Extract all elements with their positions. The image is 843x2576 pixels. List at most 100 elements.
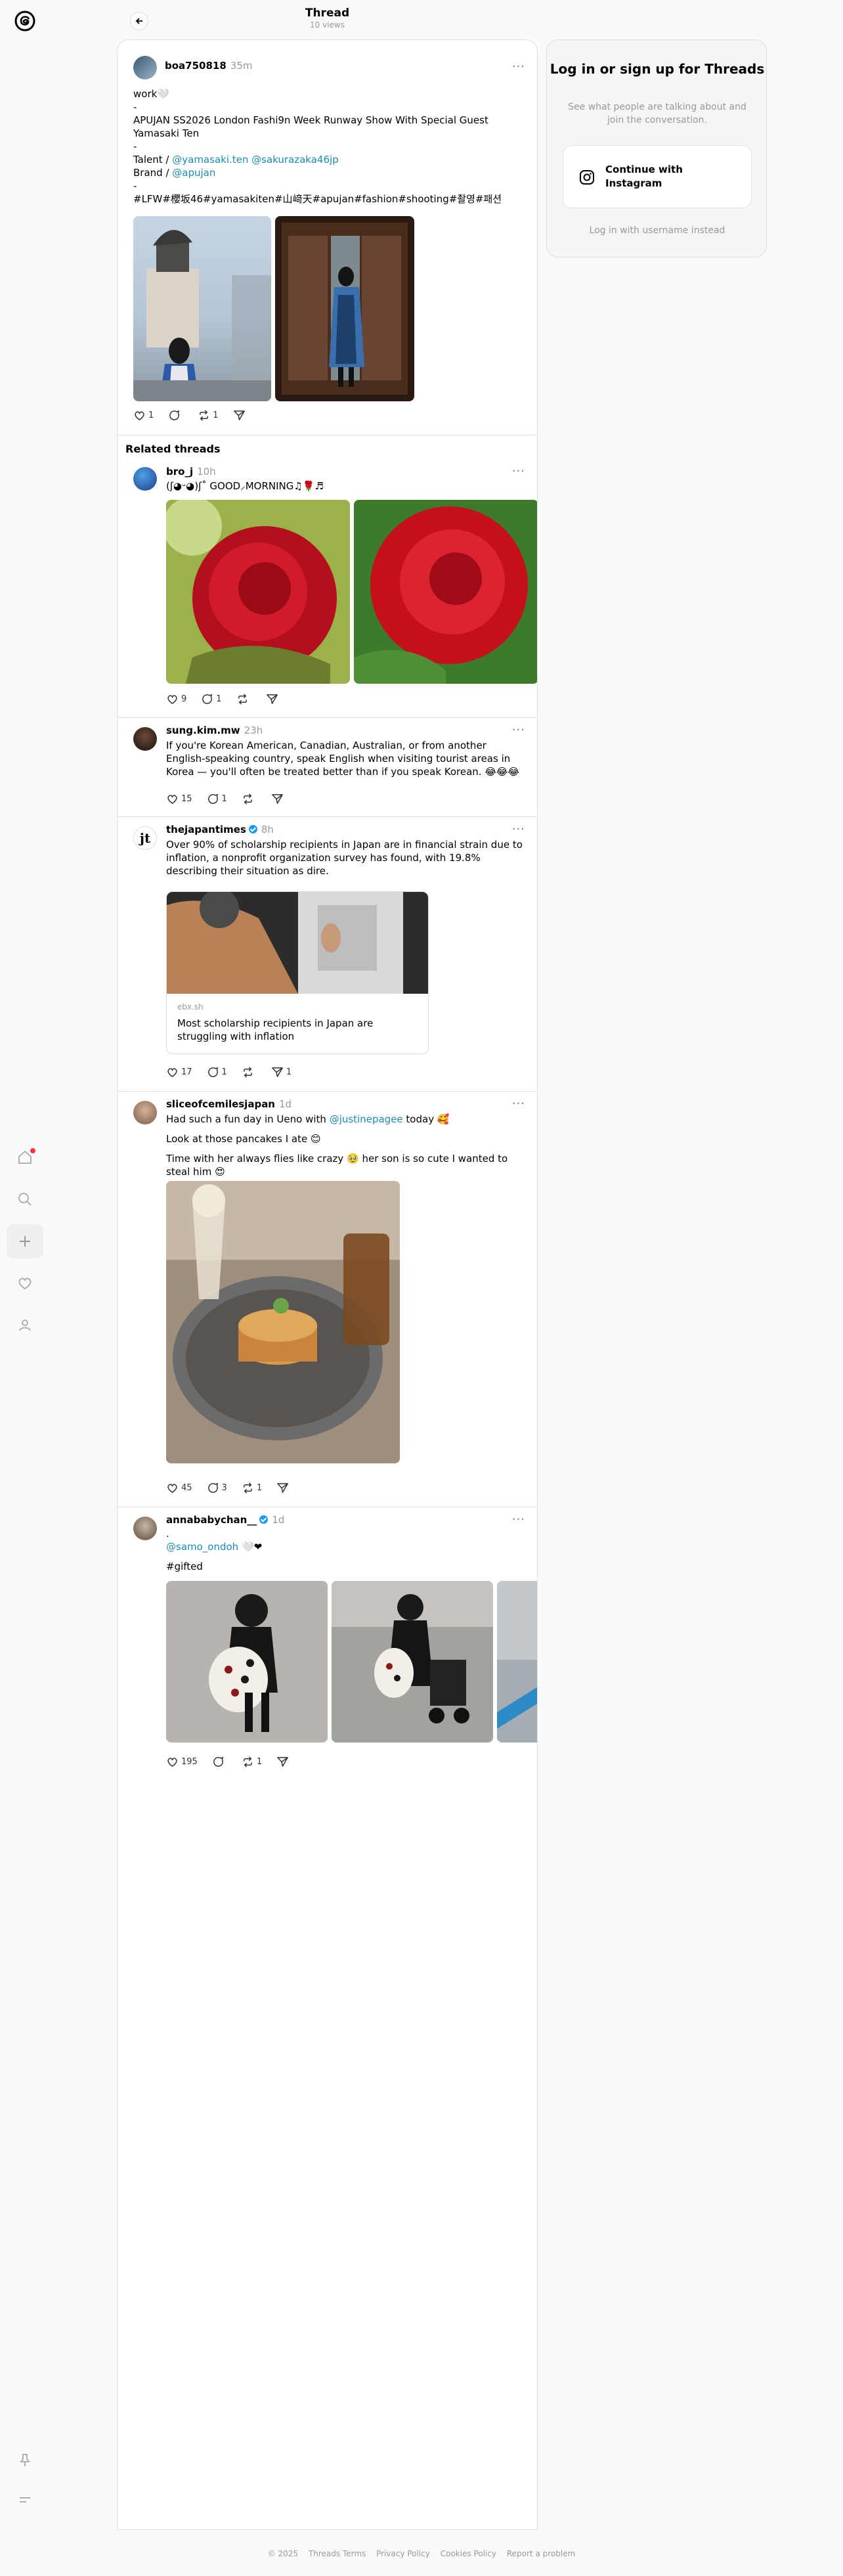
repost-button[interactable] [236, 693, 251, 705]
continue-with-instagram-button[interactable]: Continue with Instagram [563, 145, 752, 208]
avatar[interactable] [133, 1101, 157, 1124]
like-button[interactable]: 17 [166, 1066, 192, 1078]
more-options-button[interactable]: ··· [512, 1513, 525, 1526]
search-nav-button[interactable] [7, 1182, 43, 1216]
post-image[interactable] [497, 1581, 537, 1743]
like-button[interactable]: 45 [166, 1482, 192, 1494]
post-header: bro_j 10h [166, 466, 216, 477]
create-nav-button[interactable] [7, 1224, 43, 1258]
username[interactable]: annababychan__ [166, 1514, 257, 1526]
home-nav-button[interactable] [7, 1140, 43, 1174]
like-button[interactable]: 9 [166, 693, 186, 705]
more-options-button[interactable]: ··· [512, 822, 525, 836]
heart-icon [167, 1484, 177, 1494]
hashtag[interactable]: #gifted [166, 1560, 526, 1573]
photo-person-at-machine [167, 892, 428, 994]
threads-logo-icon[interactable] [12, 8, 38, 34]
like-count: 17 [181, 1067, 192, 1077]
login-with-username-link[interactable]: Log in with username instead [547, 225, 767, 236]
repost-button[interactable] [242, 1066, 257, 1078]
share-button[interactable] [266, 693, 281, 705]
username[interactable]: sliceofcemilesjapan [166, 1098, 275, 1110]
share-button[interactable] [276, 1756, 292, 1768]
repost-button[interactable] [242, 793, 257, 805]
reply-count: 3 [221, 1483, 227, 1493]
heart-icon [167, 695, 177, 705]
post-header: thejapantimes 8h [166, 824, 274, 835]
avatar[interactable]: jt [133, 826, 157, 850]
post-text: (ʃ◕ᵕ◕)ʃ˚ GOOD⸝MORNING♫🌹♬ [166, 480, 324, 492]
reply-button[interactable]: 3 [207, 1482, 227, 1494]
reply-button[interactable]: 1 [207, 793, 227, 805]
repost-button[interactable]: 1 [242, 1756, 262, 1768]
post-image[interactable] [166, 1181, 400, 1463]
pin-nav-button[interactable] [7, 2443, 43, 2477]
main-post: boa750818 35m ··· work🤍 - APUJAN SS2026 L… [118, 40, 537, 434]
like-button[interactable]: 15 [166, 793, 192, 805]
post-image[interactable] [354, 500, 537, 684]
photo-red-rose [166, 500, 350, 684]
hashtags[interactable]: #LFW#櫻坂46#yamasakiten#山﨑天#apujan#fashion… [133, 192, 527, 206]
send-icon [266, 694, 278, 704]
reply-button[interactable] [212, 1756, 227, 1768]
username[interactable]: boa750818 [165, 60, 227, 72]
heart-icon [18, 1277, 32, 1290]
profile-nav-button[interactable] [7, 1308, 43, 1343]
like-button[interactable]: 1 [133, 409, 154, 422]
thread-column: boa750818 35m ··· work🤍 - APUJAN SS2026 L… [117, 39, 538, 2530]
post-image[interactable] [133, 216, 271, 401]
menu-icon [20, 2497, 30, 2502]
avatar[interactable] [133, 56, 157, 79]
reply-button[interactable]: 1 [201, 693, 222, 705]
mention-link[interactable]: @samo_ondoh [166, 1541, 238, 1553]
username[interactable]: sung.kim.mw [166, 724, 240, 736]
post-image[interactable] [275, 216, 414, 401]
post-image[interactable] [332, 1581, 493, 1743]
card-title: Most scholarship recipients in Japan are… [177, 1017, 374, 1042]
activity-nav-button[interactable] [7, 1266, 43, 1300]
post-image[interactable] [166, 500, 350, 684]
mention-link[interactable]: @yamasaki.ten @sakurazaka46jp [172, 154, 338, 166]
photo-doorway-model [282, 223, 408, 395]
comment-icon [169, 410, 180, 420]
mention-link[interactable]: @justinepagee [330, 1113, 403, 1125]
menu-nav-button[interactable] [7, 2483, 43, 2517]
cookies-link[interactable]: Cookies Policy [441, 2549, 496, 2558]
share-button[interactable]: 1 [271, 1066, 292, 1078]
comment-icon [207, 1067, 218, 1077]
link-preview-card[interactable]: ebx.sh Most scholarship recipients in Ja… [166, 891, 429, 1054]
more-options-button[interactable]: ··· [512, 1097, 525, 1111]
comment-icon [207, 793, 218, 804]
avatar[interactable] [133, 1517, 157, 1540]
share-button[interactable] [233, 409, 248, 422]
share-button[interactable] [271, 793, 286, 805]
username[interactable]: thejapantimes [166, 824, 246, 835]
report-problem-link[interactable]: Report a problem [507, 2549, 575, 2558]
photo-statue-model [133, 230, 271, 401]
comment-icon [213, 1756, 223, 1767]
post-line: - [133, 101, 137, 113]
share-count: 1 [286, 1067, 292, 1077]
footer: © 2025 Threads Terms Privacy Policy Cook… [0, 2549, 843, 2558]
reply-button[interactable] [168, 409, 183, 422]
avatar[interactable] [133, 727, 157, 751]
notification-dot [30, 1148, 35, 1153]
mention-link[interactable]: @apujan [172, 167, 215, 179]
post-line: - [133, 180, 137, 192]
post-header: sung.kim.mw 23h [166, 724, 263, 736]
avatar[interactable] [133, 467, 157, 491]
repost-button[interactable]: 1 [242, 1482, 262, 1494]
terms-link[interactable]: Threads Terms [309, 2549, 366, 2558]
post-image[interactable] [166, 1581, 328, 1743]
like-button[interactable]: 195 [166, 1756, 198, 1768]
more-options-button[interactable]: ··· [512, 60, 525, 74]
more-options-button[interactable]: ··· [512, 464, 525, 478]
heart-icon [167, 1068, 177, 1078]
more-options-button[interactable]: ··· [512, 723, 525, 737]
repost-icon [243, 1482, 252, 1494]
privacy-link[interactable]: Privacy Policy [376, 2549, 430, 2558]
reply-button[interactable]: 1 [207, 1066, 227, 1078]
share-button[interactable] [276, 1482, 292, 1494]
username[interactable]: bro_j [166, 466, 193, 477]
repost-button[interactable]: 1 [198, 409, 219, 422]
